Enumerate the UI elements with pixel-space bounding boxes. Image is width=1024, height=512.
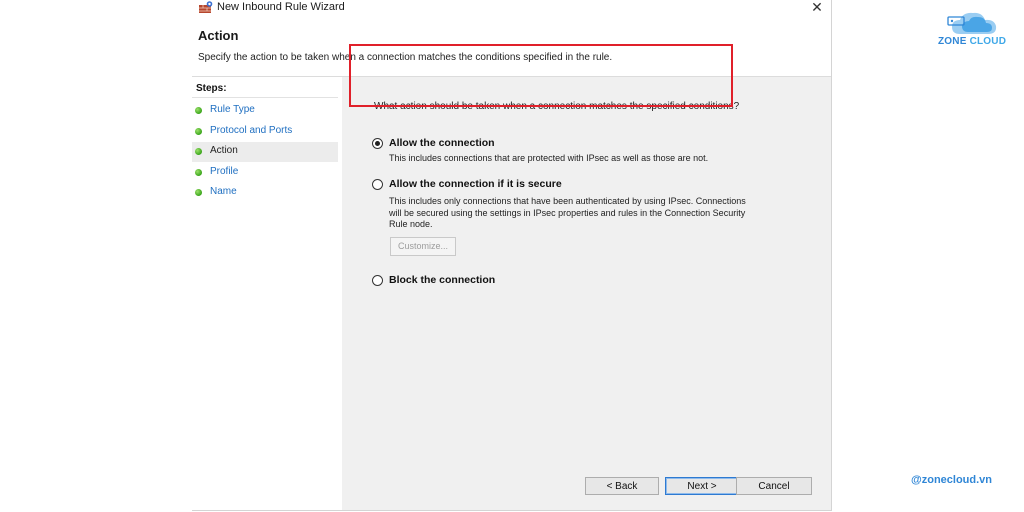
steps-title: Steps: xyxy=(196,83,227,94)
step-label: Name xyxy=(210,186,237,197)
step-rule-type[interactable]: Rule Type xyxy=(192,101,338,121)
step-protocol-and-ports[interactable]: Protocol and Ports xyxy=(192,122,338,142)
description-line: This includes only connections that have… xyxy=(389,196,746,206)
page-title: Action xyxy=(198,28,239,43)
cancel-button[interactable]: Cancel xyxy=(736,477,812,495)
description-line: will be secured using the settings in IP… xyxy=(389,207,746,218)
brand-name-part-b: CLOUD xyxy=(969,36,1007,47)
description-line: Rule node. xyxy=(389,219,433,229)
step-label: Profile xyxy=(210,166,239,177)
brand-logo-text: ZONE CLOUD xyxy=(938,36,1006,47)
block-radio[interactable] xyxy=(372,275,383,286)
close-button[interactable]: ✕ xyxy=(806,0,828,16)
main-pane: What action should be taken when a conne… xyxy=(342,77,831,510)
firewall-app-icon xyxy=(199,1,213,13)
allow-description-line: This includes connections that are prote… xyxy=(389,153,709,163)
action-question: What action should be taken when a conne… xyxy=(374,101,740,112)
step-label: Protocol and Ports xyxy=(210,125,293,136)
screenshot-canvas: New Inbound Rule Wizard ✕ Action Specify… xyxy=(0,0,1024,512)
title-bar: New Inbound Rule Wizard ✕ xyxy=(192,0,831,18)
block-label[interactable]: Block the connection xyxy=(389,274,495,286)
step-complete-dot-icon xyxy=(195,107,202,114)
allow-if-secure-radio[interactable] xyxy=(372,179,383,190)
steps-pane: Steps: Rule Type Protocol and Ports Acti… xyxy=(192,77,342,510)
back-button[interactable]: < Back xyxy=(585,477,659,495)
brand-handle: @zonecloud.vn xyxy=(911,474,993,486)
brand-name-part-a: ZONE xyxy=(938,36,967,47)
step-action: Action xyxy=(192,142,338,162)
allow-label[interactable]: Allow the connection xyxy=(389,137,495,149)
page-subtitle: Specify the action to be taken when a co… xyxy=(198,52,613,63)
step-label: Action xyxy=(210,145,238,156)
wizard-header: Action Specify the action to be taken wh… xyxy=(192,18,831,77)
step-label: Rule Type xyxy=(210,104,255,115)
allow-radio[interactable] xyxy=(372,138,383,149)
step-complete-dot-icon xyxy=(195,128,202,135)
customize-button: Customize... xyxy=(390,237,456,256)
step-name[interactable]: Name xyxy=(192,183,338,203)
wizard-window: New Inbound Rule Wizard ✕ Action Specify… xyxy=(192,0,832,511)
steps-divider xyxy=(192,97,338,98)
step-current-dot-icon xyxy=(195,148,202,155)
allow-if-secure-description: This includes only connections that have… xyxy=(389,196,746,231)
step-pending-dot-icon xyxy=(195,169,202,176)
allow-if-secure-label[interactable]: Allow the connection if it is secure xyxy=(389,178,562,190)
window-title: New Inbound Rule Wizard xyxy=(217,1,345,13)
allow-description: This includes connections that are prote… xyxy=(389,153,708,165)
step-pending-dot-icon xyxy=(195,189,202,196)
close-icon: ✕ xyxy=(811,0,823,15)
step-profile[interactable]: Profile xyxy=(192,163,338,183)
next-button[interactable]: Next > xyxy=(665,477,739,495)
